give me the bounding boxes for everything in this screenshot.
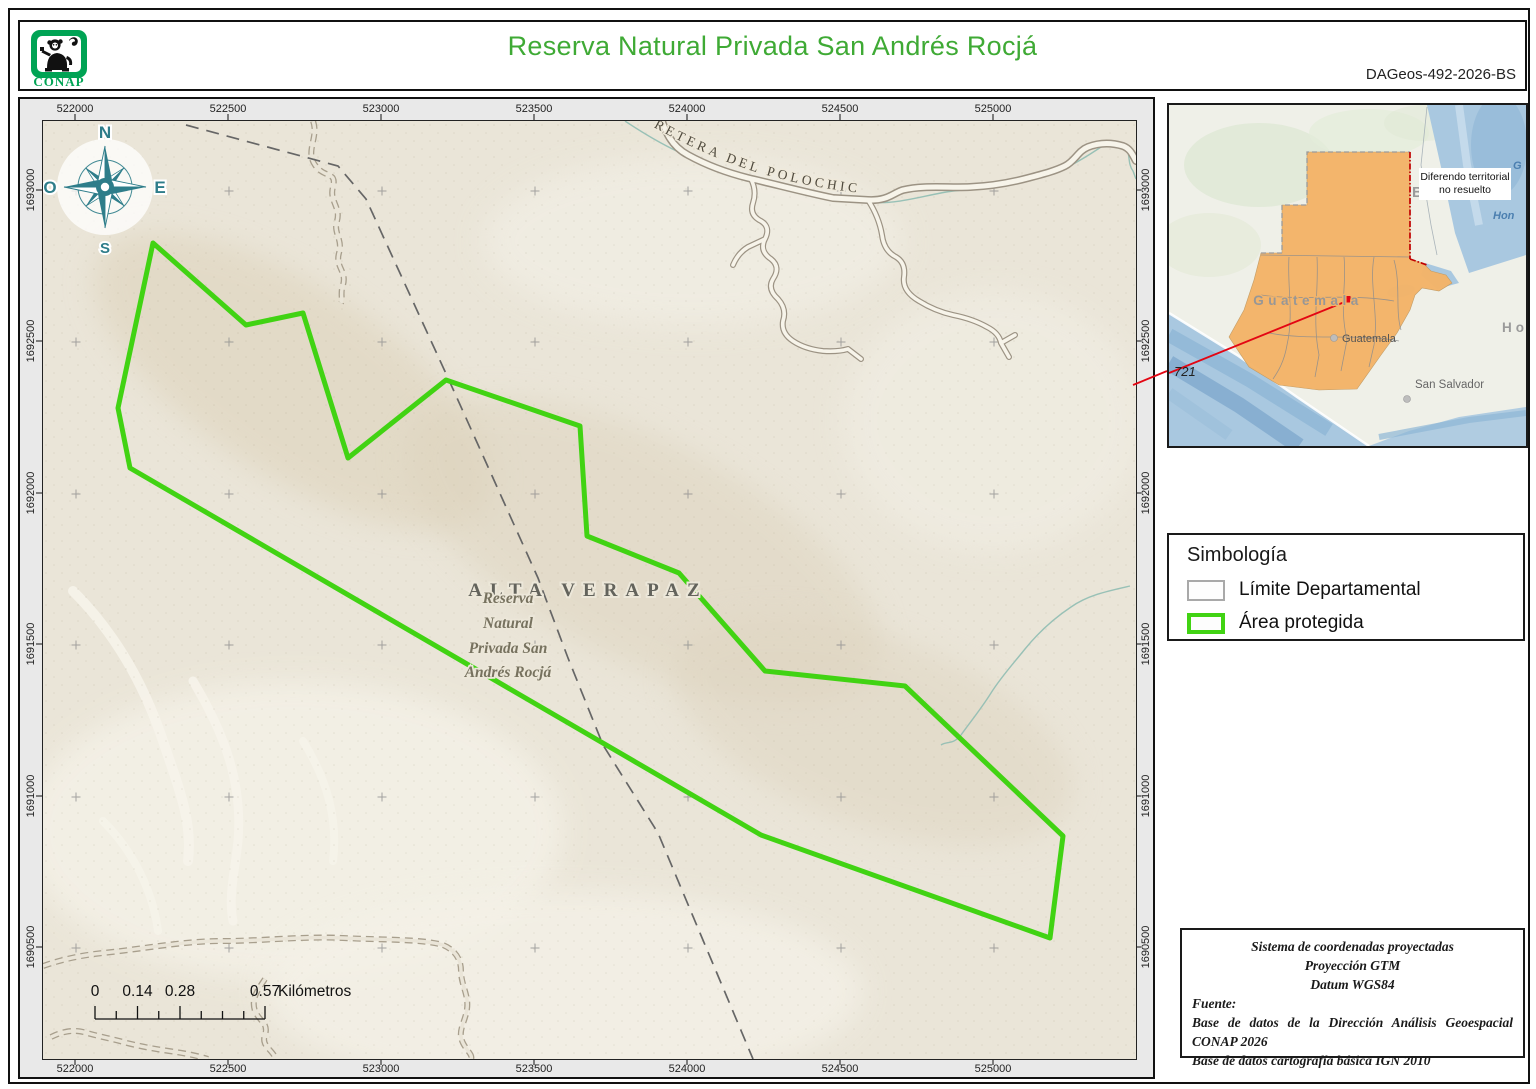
compass-e-label: E xyxy=(154,178,165,197)
inset-map: B Guatemala Guatemala San Salvador Ho G … xyxy=(1167,103,1528,448)
northing-label: 1692000 xyxy=(25,471,37,515)
legend-item-label: Área protegida xyxy=(1239,612,1364,633)
easting-label: 525000 xyxy=(974,1063,1012,1075)
scale-unit-label: Kilómetros xyxy=(278,983,352,1000)
legend-title: Simbología xyxy=(1187,544,1288,566)
territorial-note: Diferendo territorial no resuelto xyxy=(1419,168,1511,200)
page-title: Reserva Natural Privada San Andrés Rocjá xyxy=(507,31,1038,61)
easting-label: 523500 xyxy=(515,103,553,115)
easting-label: 523000 xyxy=(362,103,400,115)
conap-label: CONAP xyxy=(33,74,85,89)
guatemala-city-label: Guatemala xyxy=(1342,333,1397,345)
leader-line xyxy=(1132,370,1168,386)
legend-item-departmental: Límite Departamental xyxy=(1187,578,1421,602)
easting-label: 522000 xyxy=(56,1063,94,1075)
protected-area-swatch-icon xyxy=(1187,612,1225,634)
svg-text:Privada San: Privada San xyxy=(469,640,548,657)
scale-tick-label: 0.28 xyxy=(164,983,196,1000)
scale-bar: 0 0.14 0.28 0.57 Kilómetros xyxy=(88,983,388,1028)
northing-label: 1691000 xyxy=(1140,774,1152,818)
scale-tick-label: 0.57 xyxy=(249,983,281,1000)
northing-label: 1692500 xyxy=(25,319,37,363)
projection-line: Proyección GTM xyxy=(1304,958,1401,973)
easting-label: 524500 xyxy=(821,103,859,115)
northing-label: 1691500 xyxy=(25,622,37,666)
guatemala-city-dot xyxy=(1330,334,1338,342)
san-salvador-label: San Salvador xyxy=(1415,379,1484,391)
source-line-2: Base de datos cartografía básica IGN 201… xyxy=(1192,1053,1431,1068)
scale-tick-label: 0 xyxy=(90,983,100,1000)
departmental-swatch-icon xyxy=(1187,579,1225,601)
easting-label: 522000 xyxy=(56,103,94,115)
country-label: Guatemala xyxy=(1253,293,1363,308)
compass-w-label: O xyxy=(43,178,56,197)
easting-label: 524000 xyxy=(668,103,706,115)
source-line-1: Base de datos de la Dirección Análisis G… xyxy=(1192,1015,1513,1049)
sea-label-fragment: Hon xyxy=(1493,210,1515,222)
inset-canvas: B Guatemala Guatemala San Salvador Ho G … xyxy=(1169,105,1526,446)
datum-line: Datum WGS84 xyxy=(1310,977,1395,992)
easting-label: 523000 xyxy=(362,1063,400,1075)
legend-item-label: Límite Departamental xyxy=(1239,579,1421,600)
svg-text:Andrés Rocjá: Andrés Rocjá xyxy=(464,664,552,681)
san-salvador-dot xyxy=(1403,395,1411,403)
coordinate-system-line: Sistema de coordenadas proyectadas xyxy=(1251,939,1454,954)
honduras-label: Ho xyxy=(1502,320,1526,335)
easting-label: 525000 xyxy=(974,103,1012,115)
northing-label: 1693000 xyxy=(25,168,37,212)
svg-text:Natural: Natural xyxy=(482,615,534,632)
sea-label-fragment: G xyxy=(1513,160,1522,172)
map-canvas: RETERA DEL POLOCHIC ALTA VERAPAZ Reserva… xyxy=(42,120,1137,1060)
easting-label: 523500 xyxy=(515,1063,553,1075)
northing-label: 1691000 xyxy=(25,774,37,818)
easting-label: 524500 xyxy=(821,1063,859,1075)
compass-s-label: S xyxy=(100,240,110,257)
legend: Simbología Límite Departamental Área pro… xyxy=(1167,533,1525,641)
northing-label: 1692000 xyxy=(1140,471,1152,515)
svg-text:Reserva: Reserva xyxy=(482,590,534,607)
northing-label: 1693000 xyxy=(1140,168,1152,212)
northing-label: 1690500 xyxy=(25,925,37,969)
compass-n-label: N xyxy=(99,123,111,142)
header: CONAP Reserva Natural Privada San Andrés… xyxy=(18,20,1527,91)
northing-label: 1691500 xyxy=(1140,622,1152,666)
easting-label: 522500 xyxy=(209,1063,247,1075)
info-box: Sistema de coordenadas proyectadas Proye… xyxy=(1180,928,1525,1068)
fuente-label: Fuente: xyxy=(1192,996,1237,1011)
scale-tick-label: 0.14 xyxy=(122,983,153,1000)
scale-bar-ruler xyxy=(94,1006,266,1020)
northing-label: 1692500 xyxy=(1140,319,1152,363)
road-number-label: 721 xyxy=(1174,364,1196,379)
map-frame: 522000 522500 523000 523500 524000 52450… xyxy=(18,97,1155,1079)
doc-code: DAGeos-492-2026-BS xyxy=(1365,66,1516,83)
northing-label: 1690500 xyxy=(1140,925,1152,969)
easting-label: 524000 xyxy=(668,1063,706,1075)
map-document: CONAP Reserva Natural Privada San Andrés… xyxy=(0,0,1536,1089)
easting-label: 522500 xyxy=(209,103,247,115)
legend-item-protected-area: Área protegida xyxy=(1187,611,1364,635)
